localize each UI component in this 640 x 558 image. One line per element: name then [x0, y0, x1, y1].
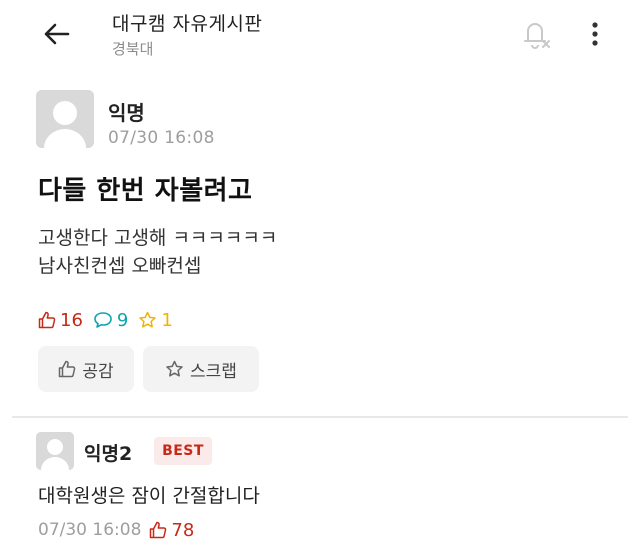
thumbs-up-icon: [150, 521, 167, 539]
comment-author-avatar: [36, 432, 74, 470]
like-count: 16: [38, 310, 83, 331]
school-name: 경북대: [112, 40, 154, 58]
post-stats: 16 9 1: [38, 308, 183, 332]
post-timestamp: 07/30 16:08: [108, 128, 215, 148]
empathy-button[interactable]: 공감: [38, 346, 134, 392]
star-icon: [139, 311, 157, 328]
arrow-left-icon: [44, 23, 70, 45]
comment-text: 대학원생은 잠이 간절합니다: [38, 485, 260, 507]
like-count-value: 16: [60, 309, 83, 331]
comment-like-count: 78: [149, 520, 194, 541]
default-profile-icon: [36, 90, 94, 148]
comment-meta: 07/30 16:08 78: [38, 518, 194, 542]
more-options-button[interactable]: [580, 14, 610, 54]
section-divider: [12, 416, 628, 418]
notification-toggle-button[interactable]: [516, 14, 556, 54]
comment-timestamp: 07/30 16:08: [38, 520, 142, 540]
app-header: 대구캠 자유게시판 경북대: [0, 0, 640, 70]
thumbs-up-icon: [38, 311, 56, 329]
speech-bubble-icon: [94, 312, 112, 328]
best-badge: BEST: [154, 437, 212, 465]
scrap-count: 1: [138, 309, 173, 331]
back-button[interactable]: [36, 14, 76, 54]
scrap-button[interactable]: 스크랩: [143, 346, 259, 392]
post-body: 고생한다 고생해 ㅋㅋㅋㅋㅋㅋ 남사친컨셉 오빠컨셉: [38, 224, 277, 280]
bell-off-icon: [524, 23, 550, 49]
comment-author-name: 익명2: [84, 443, 133, 465]
comment-like-count-value: 78: [171, 519, 195, 541]
post-body-line: 남사친컨셉 오빠컨셉: [38, 255, 202, 277]
thumbs-up-icon: [59, 360, 76, 378]
post-body-line: 고생한다 고생해 ㅋㅋㅋㅋㅋㅋ: [38, 227, 278, 249]
board-title: 대구캠 자유게시판: [112, 13, 263, 35]
author-avatar: [36, 90, 94, 148]
comment-count: 9: [93, 310, 128, 331]
default-profile-icon: [36, 432, 74, 470]
author-name: 익명: [108, 101, 145, 125]
star-icon: [166, 360, 183, 377]
comment-count-value: 9: [116, 309, 129, 331]
more-vertical-icon: [592, 22, 598, 46]
scrap-button-label: 스크랩: [190, 361, 237, 382]
empathy-button-label: 공감: [82, 361, 114, 382]
post-title: 다들 한번 자볼려고: [38, 176, 253, 206]
scrap-count-value: 1: [161, 309, 173, 331]
